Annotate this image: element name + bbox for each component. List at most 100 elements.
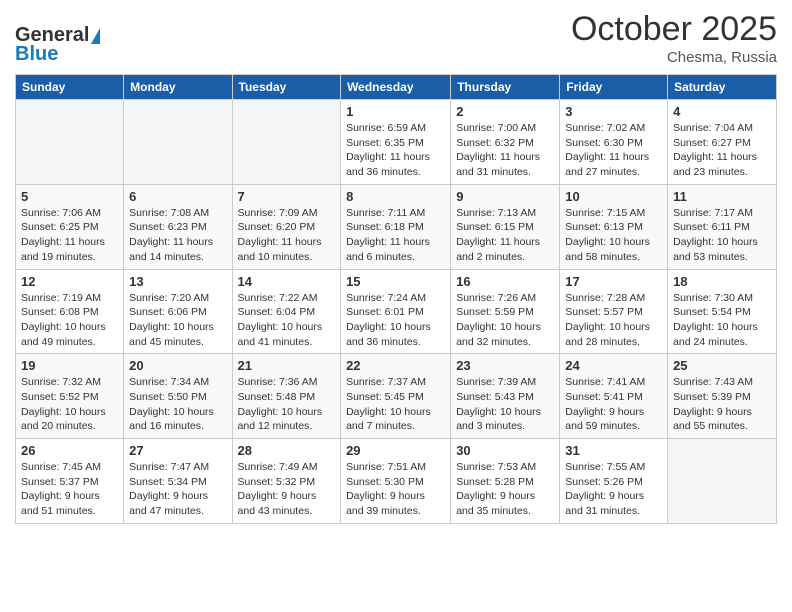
calendar-cell: 2 Sunrise: 7:00 AM Sunset: 6:32 PM Daylig… xyxy=(451,100,560,185)
day-number: 24 xyxy=(565,358,662,373)
day-number: 19 xyxy=(21,358,118,373)
day-info: Sunrise: 7:51 AM Sunset: 5:30 PM Dayligh… xyxy=(346,460,445,519)
day-number: 9 xyxy=(456,189,554,204)
day-number: 2 xyxy=(456,104,554,119)
calendar-cell: 4Sunrise: 7:04 AM Sunset: 6:27 PM Daylig… xyxy=(668,100,777,185)
calendar-cell: 18 Sunrise: 7:30 AM Sunset: 5:54 PM Dayli… xyxy=(668,269,777,354)
calendar-cell: 14 Sunrise: 7:22 AM Sunset: 6:04 PM Dayli… xyxy=(232,269,341,354)
day-header-thursday: Thursday xyxy=(451,75,560,100)
calendar-cell: 3 Sunrise: 7:02 AM Sunset: 6:30 PM Daylig… xyxy=(560,100,668,185)
day-info: Sunrise: 7:36 AM Sunset: 5:48 PM Dayligh… xyxy=(238,375,336,434)
calendar-cell: 17Sunrise: 7:28 AM Sunset: 5:57 PM Dayli… xyxy=(560,269,668,354)
calendar-cell xyxy=(124,100,232,185)
location: Chesma, Russia xyxy=(571,49,777,66)
calendar-cell: 15 Sunrise: 7:24 AM Sunset: 6:01 PM Dayli… xyxy=(341,269,451,354)
day-info: Sunrise: 7:17 AM Sunset: 6:11 PM Dayligh… xyxy=(673,206,771,265)
day-number: 17 xyxy=(565,274,662,289)
day-number: 31 xyxy=(565,443,662,458)
day-info: Sunrise: 7:06 AM Sunset: 6:25 PM Dayligh… xyxy=(21,206,118,265)
day-info: Sunrise: 7:43 AM Sunset: 5:39 PM Dayligh… xyxy=(673,375,771,434)
day-info: Sunrise: 7:19 AM Sunset: 6:08 PM Dayligh… xyxy=(21,291,118,350)
week-row-5: 26Sunrise: 7:45 AM Sunset: 5:37 PM Dayli… xyxy=(16,439,777,524)
day-number: 25 xyxy=(673,358,771,373)
day-info: Sunrise: 7:24 AM Sunset: 6:01 PM Dayligh… xyxy=(346,291,445,350)
calendar-cell: 27 Sunrise: 7:47 AM Sunset: 5:34 PM Dayli… xyxy=(124,439,232,524)
day-number: 15 xyxy=(346,274,445,289)
calendar-cell xyxy=(668,439,777,524)
day-number: 18 xyxy=(673,274,771,289)
calendar-cell: 25 Sunrise: 7:43 AM Sunset: 5:39 PM Dayli… xyxy=(668,354,777,439)
week-row-1: 1 Sunrise: 6:59 AM Sunset: 6:35 PM Daylig… xyxy=(16,100,777,185)
day-number: 3 xyxy=(565,104,662,119)
day-info: Sunrise: 7:13 AM Sunset: 6:15 PM Dayligh… xyxy=(456,206,554,265)
day-number: 27 xyxy=(129,443,226,458)
calendar-cell: 26Sunrise: 7:45 AM Sunset: 5:37 PM Dayli… xyxy=(16,439,124,524)
day-number: 22 xyxy=(346,358,445,373)
day-number: 29 xyxy=(346,443,445,458)
page-container: General Blue October 2025 Chesma, Russia… xyxy=(0,0,792,529)
week-row-4: 19Sunrise: 7:32 AM Sunset: 5:52 PM Dayli… xyxy=(16,354,777,439)
day-number: 5 xyxy=(21,189,118,204)
day-info: Sunrise: 6:59 AM Sunset: 6:35 PM Dayligh… xyxy=(346,121,445,180)
calendar-cell: 10 Sunrise: 7:15 AM Sunset: 6:13 PM Dayli… xyxy=(560,184,668,269)
day-number: 7 xyxy=(238,189,336,204)
day-number: 14 xyxy=(238,274,336,289)
calendar-cell: 12Sunrise: 7:19 AM Sunset: 6:08 PM Dayli… xyxy=(16,269,124,354)
day-number: 28 xyxy=(238,443,336,458)
calendar-cell: 6 Sunrise: 7:08 AM Sunset: 6:23 PM Daylig… xyxy=(124,184,232,269)
day-number: 11 xyxy=(673,189,771,204)
month-title: October 2025 Chesma, Russia xyxy=(571,10,777,66)
logo-blue-text: Blue xyxy=(15,43,58,66)
day-number: 13 xyxy=(129,274,226,289)
day-info: Sunrise: 7:00 AM Sunset: 6:32 PM Dayligh… xyxy=(456,121,554,180)
day-info: Sunrise: 7:39 AM Sunset: 5:43 PM Dayligh… xyxy=(456,375,554,434)
calendar-cell: 8 Sunrise: 7:11 AM Sunset: 6:18 PM Daylig… xyxy=(341,184,451,269)
day-header-tuesday: Tuesday xyxy=(232,75,341,100)
calendar-cell: 11 Sunrise: 7:17 AM Sunset: 6:11 PM Dayli… xyxy=(668,184,777,269)
header-row: SundayMondayTuesdayWednesdayThursdayFrid… xyxy=(16,75,777,100)
day-info: Sunrise: 7:02 AM Sunset: 6:30 PM Dayligh… xyxy=(565,121,662,180)
day-header-monday: Monday xyxy=(124,75,232,100)
day-number: 23 xyxy=(456,358,554,373)
day-info: Sunrise: 7:37 AM Sunset: 5:45 PM Dayligh… xyxy=(346,375,445,434)
day-info: Sunrise: 7:30 AM Sunset: 5:54 PM Dayligh… xyxy=(673,291,771,350)
calendar-cell: 28 Sunrise: 7:49 AM Sunset: 5:32 PM Dayli… xyxy=(232,439,341,524)
day-number: 26 xyxy=(21,443,118,458)
day-number: 10 xyxy=(565,189,662,204)
day-number: 6 xyxy=(129,189,226,204)
day-info: Sunrise: 7:08 AM Sunset: 6:23 PM Dayligh… xyxy=(129,206,226,265)
calendar-cell: 30Sunrise: 7:53 AM Sunset: 5:28 PM Dayli… xyxy=(451,439,560,524)
calendar-cell: 21Sunrise: 7:36 AM Sunset: 5:48 PM Dayli… xyxy=(232,354,341,439)
day-info: Sunrise: 7:41 AM Sunset: 5:41 PM Dayligh… xyxy=(565,375,662,434)
week-row-2: 5 Sunrise: 7:06 AM Sunset: 6:25 PM Daylig… xyxy=(16,184,777,269)
day-info: Sunrise: 7:49 AM Sunset: 5:32 PM Dayligh… xyxy=(238,460,336,519)
day-info: Sunrise: 7:15 AM Sunset: 6:13 PM Dayligh… xyxy=(565,206,662,265)
day-number: 16 xyxy=(456,274,554,289)
day-number: 20 xyxy=(129,358,226,373)
day-info: Sunrise: 7:09 AM Sunset: 6:20 PM Dayligh… xyxy=(238,206,336,265)
day-info: Sunrise: 7:47 AM Sunset: 5:34 PM Dayligh… xyxy=(129,460,226,519)
calendar-cell xyxy=(232,100,341,185)
day-info: Sunrise: 7:22 AM Sunset: 6:04 PM Dayligh… xyxy=(238,291,336,350)
calendar-cell: 23 Sunrise: 7:39 AM Sunset: 5:43 PM Dayli… xyxy=(451,354,560,439)
day-info: Sunrise: 7:55 AM Sunset: 5:26 PM Dayligh… xyxy=(565,460,662,519)
calendar-cell: 5 Sunrise: 7:06 AM Sunset: 6:25 PM Daylig… xyxy=(16,184,124,269)
day-number: 30 xyxy=(456,443,554,458)
calendar-cell xyxy=(16,100,124,185)
day-number: 1 xyxy=(346,104,445,119)
day-info: Sunrise: 7:34 AM Sunset: 5:50 PM Dayligh… xyxy=(129,375,226,434)
day-info: Sunrise: 7:11 AM Sunset: 6:18 PM Dayligh… xyxy=(346,206,445,265)
day-header-saturday: Saturday xyxy=(668,75,777,100)
logo: General Blue xyxy=(15,24,100,66)
logo-arrow-icon xyxy=(91,28,100,44)
month-name: October 2025 xyxy=(571,10,777,49)
day-header-sunday: Sunday xyxy=(16,75,124,100)
calendar-cell: 16Sunrise: 7:26 AM Sunset: 5:59 PM Dayli… xyxy=(451,269,560,354)
calendar-cell: 1 Sunrise: 6:59 AM Sunset: 6:35 PM Daylig… xyxy=(341,100,451,185)
calendar-cell: 31 Sunrise: 7:55 AM Sunset: 5:26 PM Dayli… xyxy=(560,439,668,524)
calendar-table: SundayMondayTuesdayWednesdayThursdayFrid… xyxy=(15,74,777,524)
calendar-cell: 13Sunrise: 7:20 AM Sunset: 6:06 PM Dayli… xyxy=(124,269,232,354)
day-header-wednesday: Wednesday xyxy=(341,75,451,100)
day-number: 8 xyxy=(346,189,445,204)
calendar-cell: 20 Sunrise: 7:34 AM Sunset: 5:50 PM Dayli… xyxy=(124,354,232,439)
